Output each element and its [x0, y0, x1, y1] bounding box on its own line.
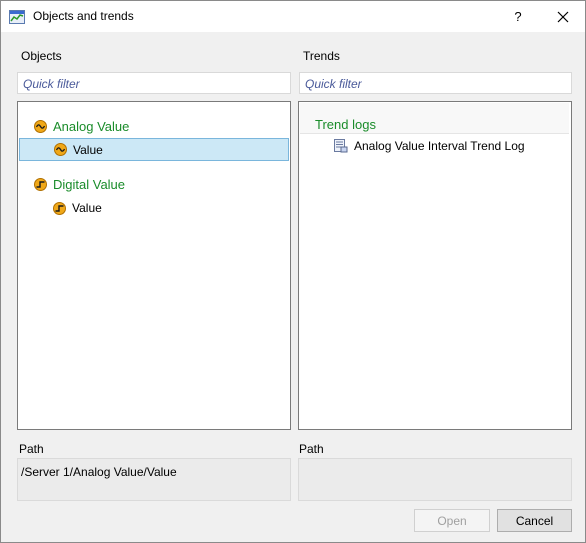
close-icon [557, 11, 569, 22]
trends-quick-filter-placeholder: Quick filter [305, 77, 362, 91]
trend-log-icon [334, 139, 348, 153]
tree-item-label: Value [73, 142, 103, 157]
digital-value-icon [53, 201, 66, 215]
objects-path-label: Path [19, 442, 44, 456]
trends-quick-filter-input[interactable]: Quick filter [299, 72, 572, 94]
tree-item-digital-value-value[interactable]: Value [53, 201, 102, 215]
trends-path-label: Path [299, 442, 324, 456]
objects-tree[interactable]: Analog Value Value Digital Value Value [17, 101, 291, 430]
cancel-button[interactable]: Cancel [497, 509, 572, 532]
trends-path-field [298, 458, 572, 501]
title-bar: Objects and trends ? [1, 1, 585, 32]
tree-group-analog-value[interactable]: Analog Value [34, 119, 129, 134]
help-button[interactable]: ? [499, 1, 537, 32]
tree-group-label: Analog Value [53, 119, 130, 134]
objects-quick-filter-placeholder: Quick filter [23, 77, 80, 91]
objects-path-field: /Server 1/Analog Value/Value [17, 458, 291, 501]
trend-item[interactable]: Analog Value Interval Trend Log [334, 139, 525, 153]
objects-and-trends-dialog: Objects and trends ? Objects Quick filte… [0, 0, 586, 543]
tree-group-label: Digital Value [53, 177, 126, 192]
open-button[interactable]: Open [414, 509, 490, 532]
app-icon [9, 9, 25, 25]
objects-label: Objects [21, 49, 62, 63]
analog-value-icon [54, 143, 67, 156]
trend-group-trend-logs[interactable]: Trend logs [315, 117, 376, 132]
objects-path-value: /Server 1/Analog Value/Value [21, 465, 177, 479]
trend-item-label: Analog Value Interval Trend Log [354, 139, 525, 153]
tree-group-digital-value[interactable]: Digital Value [34, 177, 125, 192]
digital-value-icon [34, 178, 47, 191]
window-title: Objects and trends [33, 9, 134, 23]
analog-value-icon [34, 120, 47, 133]
tree-item-analog-value-value[interactable]: Value [19, 138, 289, 161]
trends-list[interactable]: Trend logs Analog Value Interval Trend L… [298, 101, 572, 430]
trend-group-label: Trend logs [315, 117, 376, 132]
tree-item-label: Value [72, 201, 102, 215]
help-icon: ? [514, 9, 522, 24]
trends-label: Trends [303, 49, 340, 63]
close-button[interactable] [541, 1, 585, 32]
objects-quick-filter-input[interactable]: Quick filter [17, 72, 291, 94]
